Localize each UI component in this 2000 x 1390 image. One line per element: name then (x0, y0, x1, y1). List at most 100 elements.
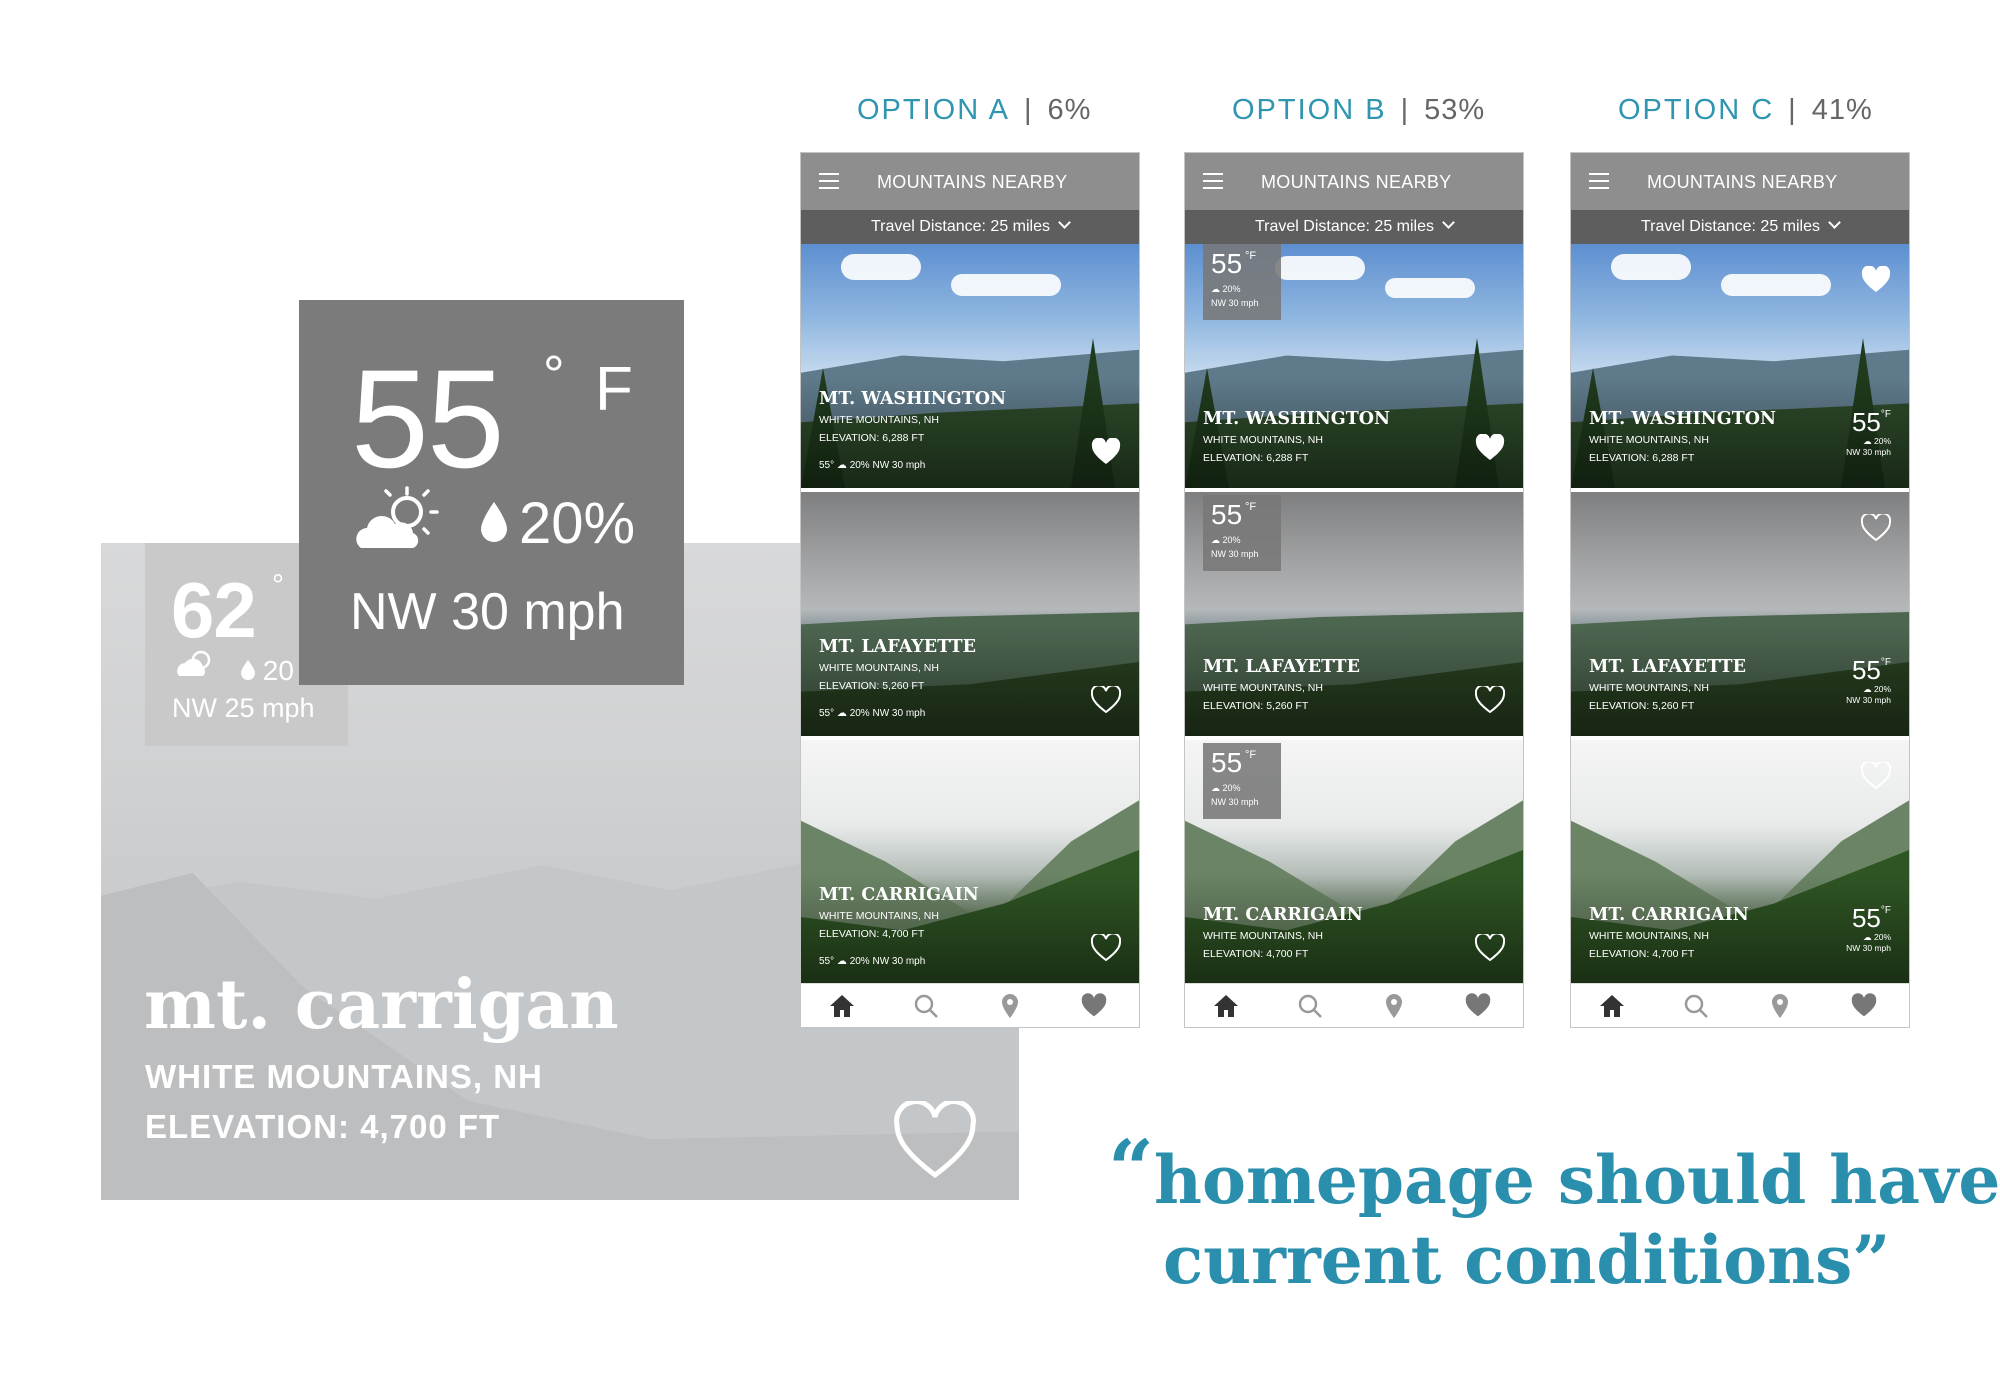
temperature: 55 (1211, 499, 1243, 530)
mountain-name: MT. WASHINGTON (1589, 409, 1776, 429)
partly-cloudy-icon (171, 646, 221, 688)
favorite-heart-icon[interactable] (1090, 684, 1122, 714)
inline-weather: 55° ☁ 20% NW 30 mph (819, 460, 925, 471)
menu-icon[interactable] (819, 173, 839, 189)
cloud-icon: ☁ (836, 460, 847, 471)
weather-badge: 55 °F ☁ 20% NW 30 mph (1203, 743, 1281, 819)
wind-speed: NW 30 mph (872, 956, 926, 967)
precipitation: 20% (1873, 436, 1891, 446)
mountain-name: MT. CARRIGAIN (819, 885, 979, 905)
mountain-card[interactable]: MT. CARRIGAIN WHITE MOUNTAINS, NH ELEVAT… (801, 740, 1139, 984)
favorite-heart-icon[interactable] (1475, 433, 1505, 462)
mountain-name: mt. carrigan (144, 965, 619, 1045)
mountain-photo (801, 740, 1139, 984)
favorite-heart-icon[interactable] (1860, 760, 1892, 790)
temperature: 55° (819, 956, 835, 967)
raindrop-icon (479, 500, 509, 544)
temperature: 55° (819, 460, 835, 471)
open-quote-mark: “ (1108, 1122, 1155, 1216)
wind-speed: NW 30 mph (1211, 549, 1259, 559)
option-label: OPTION B (1232, 94, 1387, 126)
heart-icon[interactable] (1851, 993, 1877, 1019)
mountain-region: WHITE MOUNTAINS, NH (819, 662, 939, 674)
temperature-unit: F (1249, 250, 1257, 262)
phone-mockup-option-b: MOUNTAINS NEARBY Travel Distance: 25 mil… (1184, 152, 1524, 1028)
temperature: 62 (171, 566, 257, 654)
mountain-name: MT. WASHINGTON (819, 389, 1006, 409)
temperature: 55 (1851, 407, 1881, 437)
favorite-heart-icon[interactable] (1091, 437, 1121, 466)
mountain-card[interactable]: 55 °F ☁ 20% NW 30 mph MT. WASHINGTON WHI… (1185, 244, 1523, 488)
raindrop-icon (241, 655, 263, 686)
search-icon[interactable] (913, 993, 939, 1019)
mountain-card[interactable]: MT. LAFAYETTE WHITE MOUNTAINS, NH ELEVAT… (1571, 492, 1909, 736)
heart-icon[interactable] (1465, 993, 1491, 1019)
temperature-unit: F (1249, 749, 1257, 761)
travel-distance-dropdown[interactable]: Travel Distance: 25 miles (1185, 210, 1523, 244)
mountain-card[interactable]: 55 °F ☁ 20% NW 30 mph MT. LAFAYETTE WHIT… (1185, 492, 1523, 736)
mountain-elevation: ELEVATION: 6,288 FT (1589, 452, 1695, 464)
partly-cloudy-icon: ☁ (1863, 932, 1872, 942)
location-pin-icon[interactable] (997, 993, 1023, 1019)
temperature: 55 (351, 340, 505, 497)
mountain-elevation: ELEVATION: 5,260 FT (1589, 700, 1695, 712)
home-icon[interactable] (829, 993, 855, 1019)
user-quote: “homepage should have current conditions… (1108, 1129, 2000, 1300)
favorite-heart-icon[interactable] (1474, 932, 1506, 962)
heart-icon[interactable] (893, 1099, 977, 1181)
travel-distance-dropdown[interactable]: Travel Distance: 25 miles (1571, 210, 1909, 244)
mountain-card[interactable]: 55 °F ☁ 20% NW 30 mph MT. CARRIGAIN WHIT… (1185, 740, 1523, 984)
mountain-card[interactable]: MT. WASHINGTON WHITE MOUNTAINS, NH ELEVA… (801, 244, 1139, 488)
mountain-card[interactable]: MT. LAFAYETTE WHITE MOUNTAINS, NH ELEVAT… (801, 492, 1139, 736)
mountain-elevation: ELEVATION: 6,288 FT (819, 432, 925, 444)
mountain-region: WHITE MOUNTAINS, NH (819, 910, 939, 922)
mountain-card[interactable]: MT. WASHINGTON WHITE MOUNTAINS, NH ELEVA… (1571, 244, 1909, 488)
option-percent: 53% (1424, 94, 1486, 126)
mountain-name: MT. LAFAYETTE (819, 637, 976, 657)
app-header: MOUNTAINS NEARBY (1185, 153, 1523, 210)
mountain-elevation: ELEVATION: 4,700 FT (819, 928, 925, 940)
travel-distance-label: Travel Distance: 25 miles (1254, 218, 1435, 235)
mountain-region: WHITE MOUNTAINS, NH (819, 414, 939, 426)
phone-mockup-option-a: MOUNTAINS NEARBY Travel Distance: 25 mil… (800, 152, 1140, 1028)
travel-distance-dropdown[interactable]: Travel Distance: 25 miles (801, 210, 1139, 244)
search-icon[interactable] (1297, 993, 1323, 1019)
home-icon[interactable] (1213, 993, 1239, 1019)
precipitation: 20% (1222, 783, 1241, 793)
heart-icon[interactable] (1081, 993, 1107, 1019)
temperature-unit: F (595, 355, 633, 424)
option-label: OPTION A (857, 94, 1010, 126)
app-header: MOUNTAINS NEARBY (1571, 153, 1909, 210)
weather-summary-large: 55 ° F 20% NW 30 mph (299, 300, 684, 685)
mountain-name: MT. LAFAYETTE (1589, 657, 1746, 677)
option-percent: 6% (1047, 94, 1092, 126)
option-c-header: OPTION C | 41% (1618, 94, 1873, 126)
page-title: MOUNTAINS NEARBY (1647, 172, 1838, 192)
favorite-heart-icon[interactable] (1860, 512, 1892, 542)
precipitation: 20% (1873, 684, 1891, 694)
mountain-card[interactable]: MT. CARRIGAIN WHITE MOUNTAINS, NH ELEVAT… (1571, 740, 1909, 984)
location-pin-icon[interactable] (1767, 993, 1793, 1019)
inline-weather: 55° ☁ 20% NW 30 mph (819, 956, 925, 967)
favorite-heart-icon[interactable] (1474, 684, 1506, 714)
mountain-photo (801, 492, 1139, 736)
favorite-heart-icon[interactable] (1090, 932, 1122, 962)
temperature-unit: F (1884, 409, 1891, 420)
menu-icon[interactable] (1589, 173, 1609, 189)
favorite-heart-icon[interactable] (1861, 265, 1891, 294)
precipitation: 20% (849, 956, 870, 967)
option-label: OPTION C (1618, 94, 1775, 126)
precipitation: 20 (262, 655, 294, 686)
location-pin-icon[interactable] (1381, 993, 1407, 1019)
weather-badge: 55 °F ☁ 20% NW 30 mph (1203, 495, 1281, 571)
menu-icon[interactable] (1203, 173, 1223, 189)
search-icon[interactable] (1683, 993, 1709, 1019)
mountain-elevation: ELEVATION: 5,260 FT (1203, 700, 1309, 712)
quote-line-1: homepage should have (1154, 1141, 2000, 1219)
option-b-header: OPTION B | 53% (1232, 94, 1486, 126)
cloud-icon: ☁ (836, 708, 847, 719)
home-icon[interactable] (1599, 993, 1625, 1019)
partly-cloudy-icon: ☁ (1863, 436, 1872, 446)
mountain-region: WHITE MOUNTAINS, NH (1589, 434, 1709, 446)
degree-symbol: ° (543, 345, 565, 405)
